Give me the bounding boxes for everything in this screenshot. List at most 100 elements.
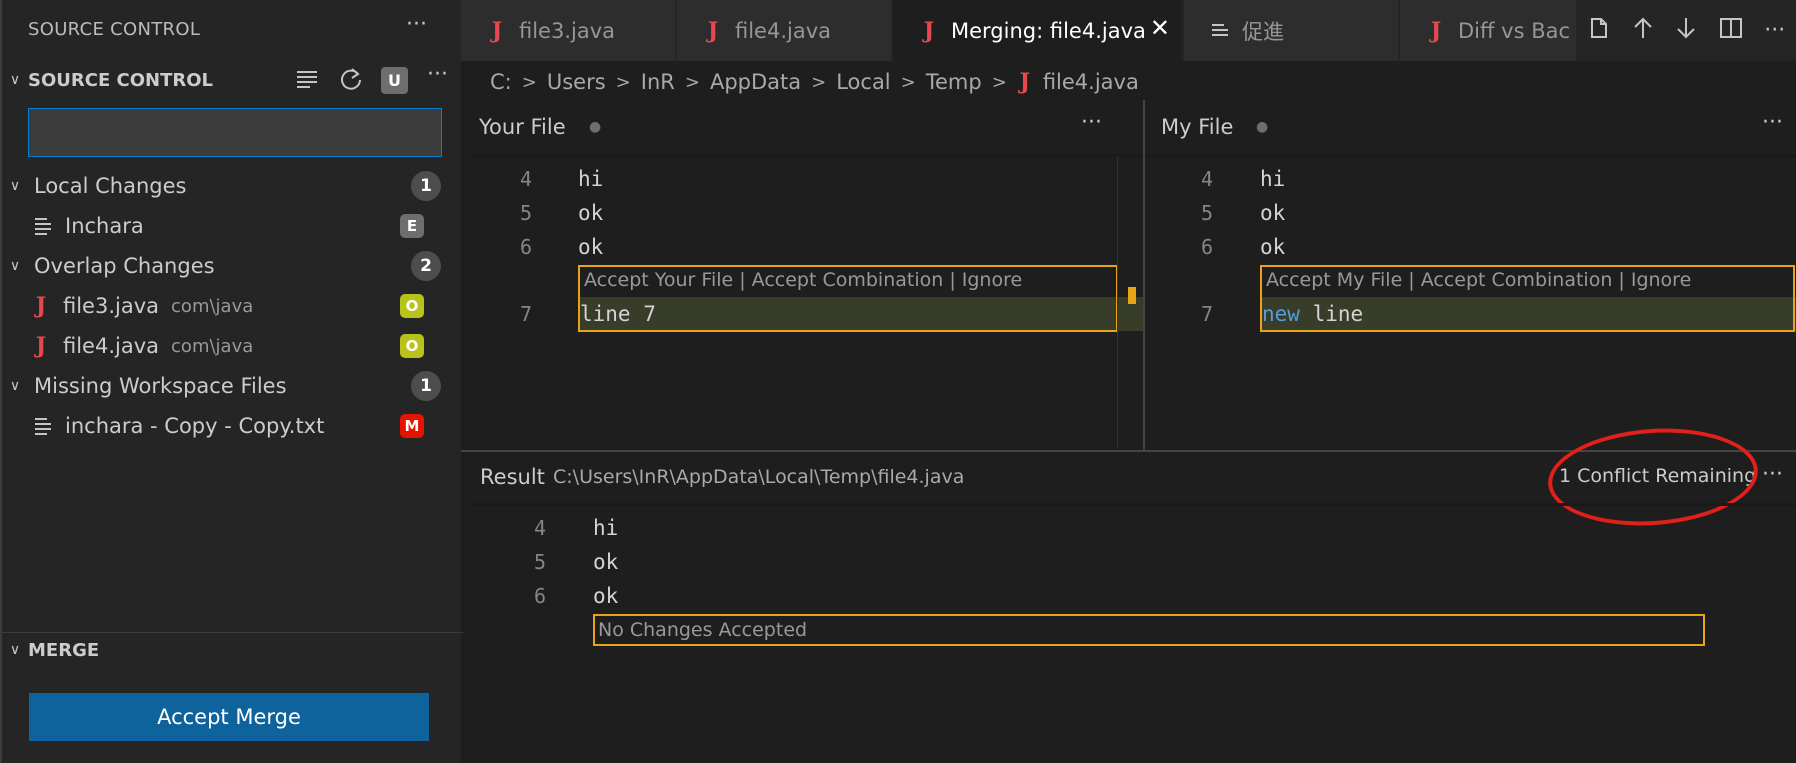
chevron-down-icon: ∨ bbox=[9, 258, 21, 274]
code-line: ok bbox=[1260, 201, 1286, 225]
dot-icon: ● bbox=[1256, 119, 1269, 135]
breadcrumb-item[interactable]: file4.java bbox=[1043, 70, 1139, 94]
text-file-icon bbox=[35, 417, 51, 435]
line-number: 7 bbox=[1200, 302, 1213, 326]
java-icon: J bbox=[35, 333, 47, 359]
breadcrumb-item[interactable]: C: bbox=[490, 70, 512, 94]
tab-label: Diff vs Bac bbox=[1458, 18, 1571, 43]
tab-label: file4.java bbox=[735, 18, 832, 43]
list-item[interactable]: J file3.java com\java O bbox=[2, 287, 463, 325]
pane-ruler bbox=[1117, 157, 1118, 448]
open-file-icon[interactable] bbox=[1587, 16, 1611, 46]
breadcrumb-item[interactable]: InR bbox=[641, 70, 675, 94]
merge-section-header[interactable]: ∨ MERGE bbox=[2, 633, 463, 667]
breadcrumb-item[interactable]: AppData bbox=[710, 70, 801, 94]
arrow-up-icon[interactable] bbox=[1632, 16, 1654, 46]
code-line: line 7 bbox=[580, 302, 656, 326]
tab-merging-file4[interactable]: J Merging: file4.java ✕ bbox=[893, 0, 1183, 61]
code-token: line bbox=[1299, 302, 1364, 326]
result-label: Result bbox=[480, 465, 545, 489]
your-file-codelens[interactable]: Accept Your File | Accept Combination | … bbox=[584, 265, 1022, 295]
user-badge[interactable]: U bbox=[381, 67, 408, 94]
group-missing-workspace-files[interactable]: ∨ Missing Workspace Files 1 bbox=[2, 367, 463, 405]
chevron-right-icon: > bbox=[811, 71, 827, 93]
code-line: ok bbox=[593, 550, 619, 574]
more-actions-icon[interactable]: ··· bbox=[1762, 462, 1783, 487]
line-number: 4 bbox=[1200, 167, 1213, 191]
sidebar-title: SOURCE CONTROL bbox=[28, 19, 201, 40]
chevron-down-icon: ∨ bbox=[9, 178, 21, 194]
more-actions-icon[interactable]: ··· bbox=[1762, 110, 1783, 135]
tab-file4[interactable]: J file4.java bbox=[677, 0, 892, 61]
tab-label: Merging: file4.java bbox=[951, 18, 1146, 43]
code-line: ok bbox=[578, 235, 604, 259]
my-file-codelens[interactable]: Accept My File | Accept Combination | Ig… bbox=[1266, 265, 1691, 295]
result-path: C:\Users\InR\AppData\Local\Temp\file4.ja… bbox=[553, 466, 965, 488]
tab-label: 促進 bbox=[1242, 19, 1284, 44]
count-badge: 1 bbox=[411, 371, 441, 401]
arrow-down-icon[interactable] bbox=[1675, 16, 1697, 46]
pane-divider[interactable] bbox=[1143, 100, 1145, 450]
tab-label: file3.java bbox=[519, 18, 616, 43]
breadcrumb-item[interactable]: Local bbox=[836, 70, 890, 94]
group-overlap-changes[interactable]: ∨ Overlap Changes 2 bbox=[2, 247, 463, 285]
split-editor-icon[interactable] bbox=[1719, 16, 1743, 46]
more-actions-icon[interactable]: ··· bbox=[1764, 18, 1785, 43]
list-item[interactable]: inchara - Copy - Copy.txt M bbox=[2, 407, 463, 445]
accept-merge-button[interactable]: Accept Merge bbox=[29, 693, 429, 741]
section-title: MERGE bbox=[28, 639, 100, 661]
list-view-icon[interactable] bbox=[296, 68, 318, 96]
code-line: ok bbox=[593, 584, 619, 608]
code-line: ok bbox=[1260, 235, 1286, 259]
pane-header-shadow bbox=[470, 154, 1145, 157]
list-item[interactable]: J file4.java com\java O bbox=[2, 327, 463, 365]
close-icon[interactable]: ✕ bbox=[1150, 14, 1170, 42]
breadcrumb-item[interactable]: Temp bbox=[926, 70, 982, 94]
refresh-icon[interactable] bbox=[338, 66, 364, 98]
chevron-right-icon: > bbox=[991, 71, 1007, 93]
java-icon: J bbox=[35, 293, 47, 319]
commit-message-input[interactable] bbox=[28, 108, 442, 157]
no-changes-placeholder[interactable]: No Changes Accepted bbox=[598, 615, 807, 645]
group-label: Overlap Changes bbox=[34, 254, 215, 278]
line-number: 6 bbox=[519, 235, 532, 259]
group-label: Missing Workspace Files bbox=[34, 374, 287, 398]
count-badge: 1 bbox=[411, 171, 441, 201]
item-label: Inchara bbox=[65, 214, 144, 238]
breadcrumb-item[interactable]: Users bbox=[547, 70, 606, 94]
java-icon: J bbox=[923, 17, 935, 44]
text-file-icon bbox=[1212, 22, 1228, 40]
breadcrumb: C: > Users > InR > AppData > Local > Temp > J … bbox=[490, 66, 1139, 98]
section-more-icon[interactable]: ··· bbox=[427, 62, 448, 87]
group-label: Local Changes bbox=[34, 174, 187, 198]
line-number: 6 bbox=[533, 584, 546, 608]
status-badge: O bbox=[400, 334, 424, 358]
line-number: 4 bbox=[519, 167, 532, 191]
status-badge: M bbox=[400, 414, 424, 438]
chevron-down-icon: ∨ bbox=[9, 378, 21, 394]
conflict-scroll-marker bbox=[1128, 287, 1136, 304]
tab-file3[interactable]: J file3.java bbox=[461, 0, 676, 61]
section-title: SOURCE CONTROL bbox=[28, 69, 214, 91]
chevron-right-icon: > bbox=[900, 71, 916, 93]
status-badge: E bbox=[400, 214, 424, 238]
line-number: 7 bbox=[519, 302, 532, 326]
group-local-changes[interactable]: ∨ Local Changes 1 bbox=[2, 167, 463, 205]
more-actions-icon[interactable]: ··· bbox=[406, 12, 427, 37]
line-number: 6 bbox=[1200, 235, 1213, 259]
dot-icon: ● bbox=[589, 119, 602, 135]
code-line: hi bbox=[593, 516, 619, 540]
list-item[interactable]: Inchara E bbox=[2, 207, 463, 245]
more-actions-icon[interactable]: ··· bbox=[1081, 110, 1102, 135]
chevron-right-icon: > bbox=[615, 71, 631, 93]
pane-header-shadow bbox=[470, 503, 1796, 506]
tab-cjk[interactable]: 促進 bbox=[1184, 0, 1399, 61]
java-icon: J bbox=[1430, 17, 1442, 44]
java-icon: J bbox=[1019, 69, 1031, 95]
tab-diff-vs-backup[interactable]: J Diff vs Bac bbox=[1400, 0, 1580, 61]
java-icon: J bbox=[491, 17, 503, 44]
code-line: hi bbox=[578, 167, 604, 191]
text-file-icon bbox=[35, 217, 51, 235]
chevron-right-icon: > bbox=[521, 71, 537, 93]
chevron-right-icon: > bbox=[684, 71, 700, 93]
